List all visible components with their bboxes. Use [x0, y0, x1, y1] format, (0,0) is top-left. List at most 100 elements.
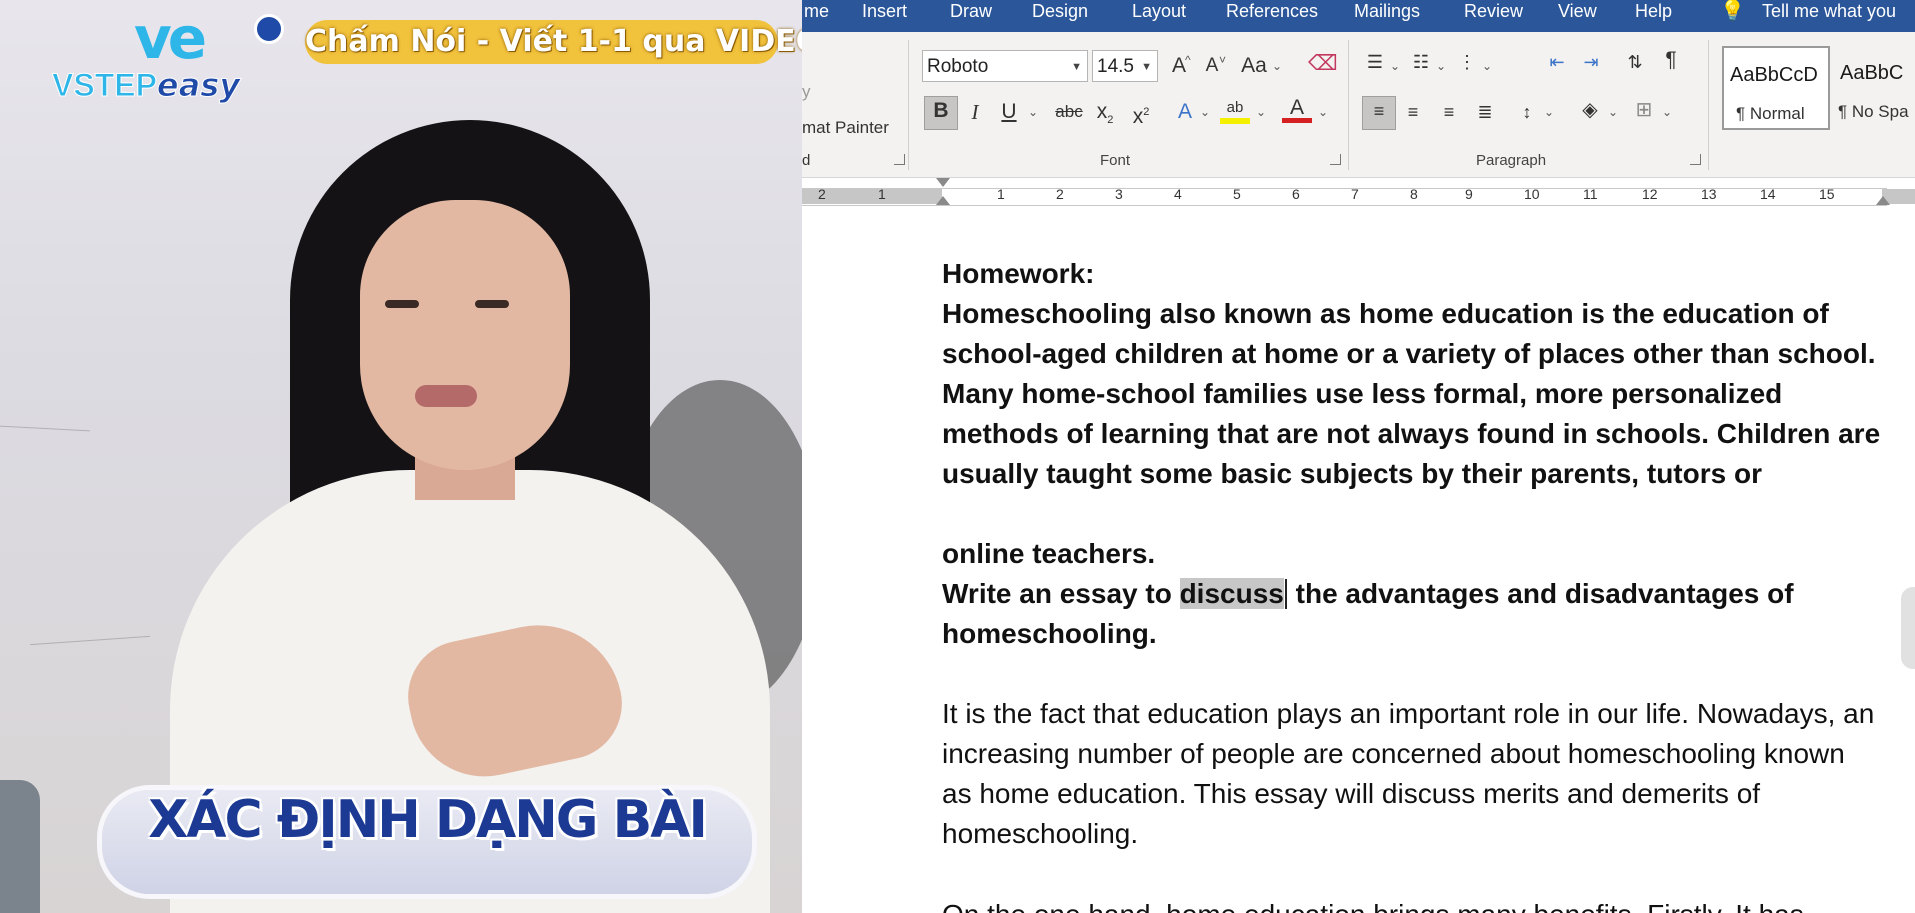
chevron-down-icon: ▼ [1071, 61, 1082, 73]
ribbon-tab-bar: me Insert Draw Design Layout References … [802, 0, 1915, 32]
shading-icon[interactable]: ◈ [1576, 96, 1604, 124]
word-window: me Insert Draw Design Layout References … [802, 0, 1915, 913]
horizontal-ruler[interactable]: 2 1 1 2 3 4 5 6 7 8 9 10 11 12 13 14 15 [802, 178, 1915, 213]
i-beam-cursor-icon [1284, 579, 1287, 609]
lightbulb-icon: 💡 [1720, 0, 1745, 22]
tab-insert[interactable]: Insert [862, 0, 907, 22]
increase-indent-icon[interactable]: ⇥ [1578, 48, 1604, 76]
format-painter-button[interactable]: mat Painter [802, 118, 889, 138]
align-right-icon[interactable]: ≡ [1436, 98, 1462, 126]
ruler-number: 1 [878, 186, 886, 202]
chevron-down-icon[interactable]: ⌄ [1436, 52, 1446, 80]
tab-mailings[interactable]: Mailings [1354, 0, 1420, 22]
tab-layout[interactable]: Layout [1132, 0, 1186, 22]
doc-prompt: Homeschooling also known as home educati… [942, 298, 1881, 489]
chevron-down-icon[interactable]: ⌄ [1028, 98, 1038, 126]
presenter-lips [415, 385, 477, 407]
chevron-down-icon[interactable]: ⌄ [1662, 98, 1672, 126]
highlight-button[interactable]: ab [1220, 94, 1250, 124]
strikethrough-button[interactable]: abc [1052, 98, 1086, 126]
first-line-indent-marker[interactable] [936, 178, 950, 187]
logo-wordmark: VSTEPeasy [52, 66, 241, 105]
style-no-spacing[interactable]: AaBbC ¶ No Spa [1834, 46, 1915, 130]
tab-view[interactable]: View [1558, 0, 1597, 22]
selected-text[interactable]: discuss [1179, 578, 1284, 609]
ruler-number: 11 [1583, 186, 1598, 202]
ruler-number: 2 [818, 186, 826, 202]
essay-body: On the one hand, home education brings m… [942, 895, 1882, 913]
bold-button[interactable]: B [924, 96, 958, 130]
italic-button[interactable]: I [962, 98, 988, 126]
text-effects-button[interactable]: A [1172, 98, 1198, 126]
highlight-label: ab [1226, 99, 1244, 116]
tab-help[interactable]: Help [1635, 0, 1672, 22]
align-left-icon[interactable]: ≡ [1362, 96, 1396, 130]
sort-icon[interactable]: ⇅ [1622, 48, 1648, 76]
style-normal[interactable]: AaBbCcD ¶ Normal [1722, 46, 1830, 130]
caption-text: XÁC ĐỊNH DẠNG BÀI [148, 790, 708, 850]
font-color-label: A [1289, 96, 1304, 119]
font-name-combo[interactable]: Roboto ▼ [922, 50, 1088, 82]
bullets-icon[interactable]: ☰ [1362, 48, 1388, 76]
chevron-down-icon[interactable]: ⌄ [1256, 98, 1266, 126]
subscript-label: x [1096, 100, 1108, 123]
doc-heading: Homework: [942, 258, 1095, 289]
line-spacing-icon[interactable]: ↕ [1514, 98, 1540, 126]
logo-easy: easy [156, 66, 241, 105]
ruler-number: 3 [1115, 186, 1123, 202]
logo-dot [254, 14, 284, 44]
font-color-button[interactable]: A [1282, 94, 1312, 123]
tab-draw[interactable]: Draw [950, 0, 992, 22]
chevron-down-icon[interactable]: ⌄ [1318, 98, 1328, 126]
clipboard-group-label: d [802, 152, 811, 169]
underline-button[interactable]: U [996, 98, 1022, 126]
paragraph-group-label: Paragraph [1476, 152, 1547, 169]
font-dialog-launcher-icon[interactable]: x [1330, 154, 1341, 165]
superscript-button[interactable]: x2 [1128, 98, 1154, 131]
shrink-caret-icon: ˅ [1219, 53, 1227, 67]
wall-crack [0, 425, 90, 432]
highlight-color-bar [1220, 118, 1250, 124]
group-separator [1708, 40, 1709, 170]
chevron-down-icon[interactable]: ⌄ [1608, 98, 1618, 126]
document-page[interactable]: Homework: Homeschooling also known as ho… [802, 212, 1915, 913]
style-sample: AaBbC [1840, 62, 1904, 84]
chevron-down-icon[interactable]: ⌄ [1390, 52, 1400, 80]
font-size-combo[interactable]: 14.5 ▼ [1092, 50, 1158, 82]
multilevel-list-icon[interactable]: ⋮ [1454, 48, 1480, 76]
side-pane-handle[interactable] [1901, 587, 1915, 669]
clear-formatting-icon[interactable]: ⌫ [1308, 50, 1338, 78]
justify-icon[interactable]: ≣ [1472, 98, 1498, 126]
copy-button[interactable]: y [802, 82, 811, 102]
paragraph-dialog-launcher-icon[interactable]: x [1690, 154, 1701, 165]
tell-me-search[interactable]: Tell me what you [1762, 0, 1896, 22]
tab-review[interactable]: Review [1464, 0, 1523, 22]
presenter-eye [385, 300, 419, 308]
tab-home[interactable]: me [804, 0, 829, 22]
ruler-number: 1 [997, 186, 1005, 202]
chevron-down-icon[interactable]: ⌄ [1544, 98, 1554, 126]
doc-task: Write an essay to discuss the advantages… [942, 574, 1882, 654]
align-center-icon[interactable]: ≡ [1400, 98, 1426, 126]
video-panel: ve VSTEPeasy Chấm Nói - Viết 1-1 qua VID… [0, 0, 802, 913]
chevron-down-icon[interactable]: ⌄ [1200, 98, 1210, 126]
ruler-number: 15 [1819, 186, 1835, 202]
chevron-down-icon[interactable]: ⌄ [1482, 52, 1492, 80]
tab-references[interactable]: References [1226, 0, 1318, 22]
numbering-icon[interactable]: ☷ [1408, 48, 1434, 76]
grow-caret-icon: ^ [1185, 53, 1191, 67]
subscript-button[interactable]: x2 [1092, 98, 1118, 134]
ruler-number: 13 [1701, 186, 1717, 202]
tab-design[interactable]: Design [1032, 0, 1088, 22]
wall-crack [30, 635, 150, 646]
hanging-indent-marker[interactable] [936, 196, 950, 205]
show-marks-button[interactable]: ¶ [1658, 46, 1684, 74]
ruler-number: 5 [1233, 186, 1241, 202]
change-case-button[interactable]: Aa [1238, 52, 1270, 80]
chevron-down-icon[interactable]: ⌄ [1272, 52, 1282, 80]
style-sample: AaBbCcD [1730, 64, 1818, 86]
clipboard-dialog-launcher-icon[interactable]: x [894, 154, 905, 165]
borders-icon[interactable]: ⊞ [1630, 96, 1658, 124]
right-indent-marker[interactable] [1876, 196, 1890, 205]
decrease-indent-icon[interactable]: ⇤ [1544, 48, 1570, 76]
